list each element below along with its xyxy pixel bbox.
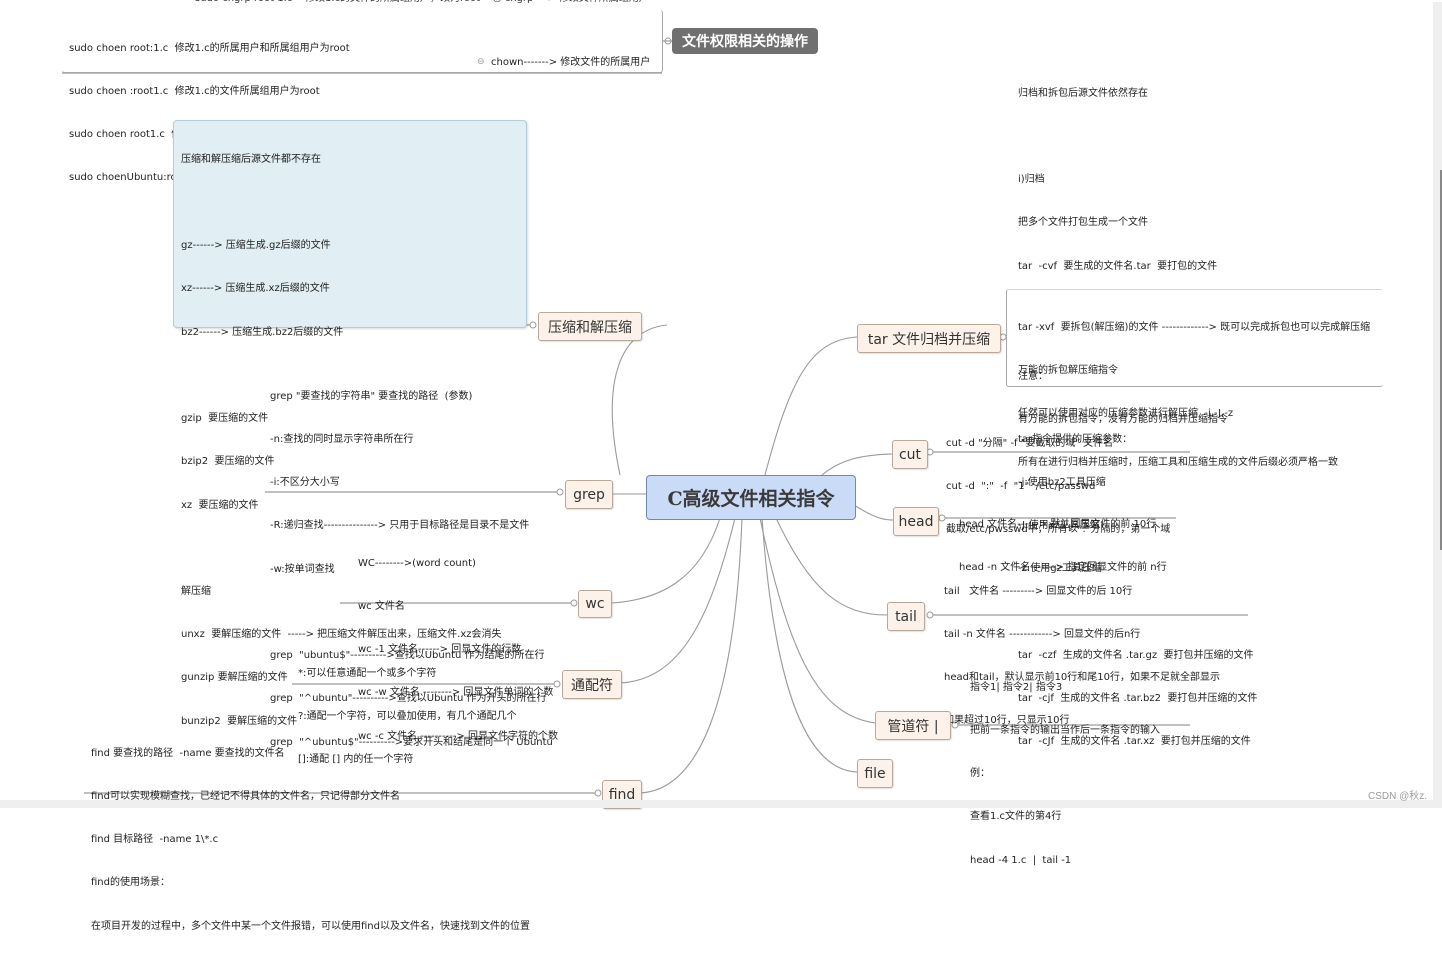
note-line: head 文件名------> 默认回显文件的前 10行 <box>959 518 1157 530</box>
note-line: bz2------> 压缩生成.bz2后缀的文件 <box>181 326 344 338</box>
note-line: -n:查找的同时显示字符串所在行 <box>270 434 414 446</box>
note-line: 注意： <box>1018 370 1048 382</box>
topic-tar[interactable]: tar 文件归档并压缩 <box>857 324 1001 353</box>
note-line: find 要查找的路径 -name 要查找的文件名 <box>91 747 285 759</box>
note-line <box>1018 130 1257 144</box>
note-line: sudo choen :root1.c 修改1.c的文件所属组用户为root <box>69 86 320 98</box>
permissions-cutoff-line: sudo chgrp root 1.c 修改1.c的文件的所属组用户，改为roo… <box>195 0 649 6</box>
note-line: *:可以任意通配一个或多个字符 <box>298 667 437 679</box>
link-head <box>853 504 894 521</box>
topic-permissions[interactable]: 文件权限相关的操作 <box>672 28 818 54</box>
note-line: tail -n 文件名 ------------> 回显文件的后n行 <box>944 629 1141 641</box>
collapse-icon[interactable]: ⊖ <box>477 57 485 67</box>
note-line: 压缩和解压缩后源文件都不存在 <box>181 153 321 165</box>
topic-wildcard[interactable]: 通配符 <box>562 670 622 699</box>
central-topic[interactable]: C高级文件相关指令 <box>646 475 856 520</box>
note-line: gz------> 压缩生成.gz后缀的文件 <box>181 240 331 252</box>
note-line: tar -xvf 要拆包(解压缩)的文件 -------------> 既可以完… <box>1018 321 1371 333</box>
link-compress <box>611 324 668 476</box>
note-line: grep "要查找的字符串" 要查找的路径 (参数) <box>270 390 473 402</box>
note-line: 把前一条指令的输出当作后一条指令的输入 <box>970 725 1160 737</box>
topic-compress[interactable]: 压缩和解压缩 <box>538 312 642 341</box>
mindmap-canvas: sudo chgrp root 1.c 修改1.c的文件的所属组用户，改为roo… <box>0 0 1442 932</box>
note-line: sudo choen root:1.c 修改1.c的所属用户和所属组用户为roo… <box>69 42 350 54</box>
link-wildcard <box>619 517 736 684</box>
topic-file[interactable]: file <box>857 759 893 788</box>
link-find <box>639 517 743 794</box>
link-file <box>761 517 858 773</box>
topic-grep[interactable]: grep <box>565 480 613 509</box>
note-line: find的使用场景： <box>91 877 170 889</box>
note-line: 把多个文件打包生成一个文件 <box>1018 217 1148 229</box>
note-line: find 目标路径 -name 1\*.c <box>91 834 219 846</box>
link-tar <box>764 336 858 476</box>
note-line <box>181 196 502 210</box>
topic-tail[interactable]: tail <box>887 602 925 631</box>
note-line: wc 文件名 <box>358 601 405 613</box>
topic-wc[interactable]: wc <box>578 590 612 618</box>
topic-cut[interactable]: cut <box>892 440 928 469</box>
topic-pipe[interactable]: 管道符 | <box>875 711 951 740</box>
link-cut <box>821 453 893 476</box>
link-pipe <box>759 517 876 724</box>
chown-note: chown-------> 修改文件的所属用户 <box>491 57 651 68</box>
horizontal-scrollbar[interactable] <box>0 800 1442 808</box>
link-wc <box>610 517 721 604</box>
note-line: 例： <box>970 768 990 780</box>
note-line: 查看1.c文件的第4行 <box>970 811 1062 823</box>
note-line: WC-------->(word count) <box>358 557 476 569</box>
note-line: tail 文件名 ---------> 回显文件的后 10行 <box>944 585 1133 597</box>
note-line: 归档和拆包后源文件依然存在 <box>1018 87 1148 99</box>
note-line: cut -d "分隔" -f "要截取的域" 文件名 <box>946 437 1114 449</box>
note-line: i)归档 <box>1018 174 1045 186</box>
watermark: CSDN @秋z. <box>1368 791 1428 802</box>
note-line: -i:不区分大小写 <box>270 477 340 489</box>
note-line: head -4 1.c | tail -1 <box>970 854 1072 866</box>
note-line: xz------> 压缩生成.xz后缀的文件 <box>181 283 330 295</box>
topic-head[interactable]: head <box>893 507 939 536</box>
pipe-notes: 指令1| 指令2| 指令3 把前一条指令的输出当作后一条指令的输入 例： 查看1… <box>970 652 1160 897</box>
link-tail <box>775 517 888 616</box>
note-line: 指令1| 指令2| 指令3 <box>970 681 1063 693</box>
note-line: 在项目开发的过程中，多个文件中某一个文件报错，可以使用find以及文件名，快速找… <box>91 920 530 932</box>
find-notes: find 要查找的路径 -name 要查找的文件名 find可以实现模糊查找，已… <box>91 718 530 963</box>
note-line: tar -cvf 要生成的文件名.tar 要打包的文件 <box>1018 260 1218 272</box>
